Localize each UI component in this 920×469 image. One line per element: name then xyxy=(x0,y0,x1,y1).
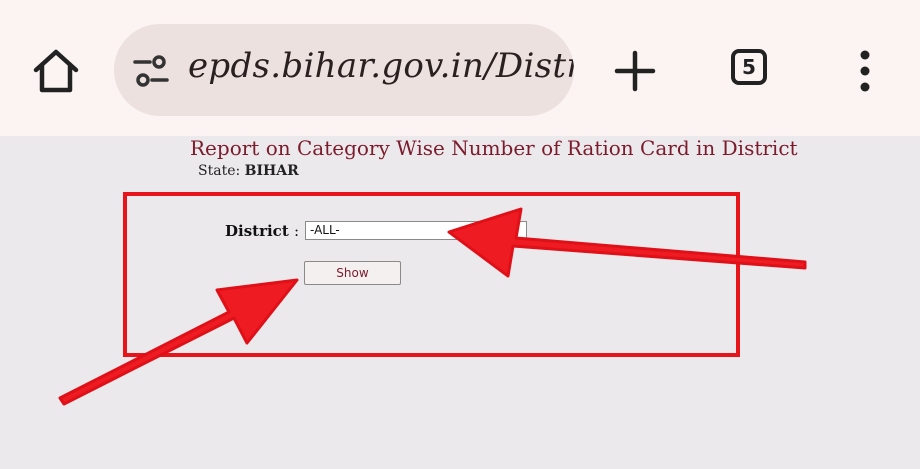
district-label-text: District xyxy=(225,222,289,240)
site-settings-icon[interactable] xyxy=(132,54,170,88)
state-line: State: BIHAR xyxy=(198,163,299,179)
page-content: Report on Category Wise Number of Ration… xyxy=(0,136,920,469)
district-label-colon: : xyxy=(293,222,300,240)
address-bar[interactable]: epds.bihar.gov.in/District xyxy=(114,24,574,116)
page-title: Report on Category Wise Number of Ration… xyxy=(190,136,798,160)
district-select[interactable]: -ALL- xyxy=(305,221,527,240)
browser-toolbar: epds.bihar.gov.in/District 5 xyxy=(0,0,920,136)
district-label: District : xyxy=(225,222,299,240)
state-label: State: xyxy=(198,163,241,179)
plus-icon[interactable] xyxy=(612,48,658,94)
state-value: BIHAR xyxy=(244,163,299,179)
url-text[interactable]: epds.bihar.gov.in/District xyxy=(188,46,574,86)
highlight-box xyxy=(123,192,740,357)
tab-switcher-icon[interactable]: 5 xyxy=(731,49,767,85)
district-select-value: -ALL- xyxy=(310,223,340,237)
home-icon[interactable] xyxy=(30,46,82,98)
show-button[interactable]: Show xyxy=(304,261,401,285)
tab-count: 5 xyxy=(742,55,756,79)
more-vert-icon[interactable] xyxy=(853,48,877,94)
